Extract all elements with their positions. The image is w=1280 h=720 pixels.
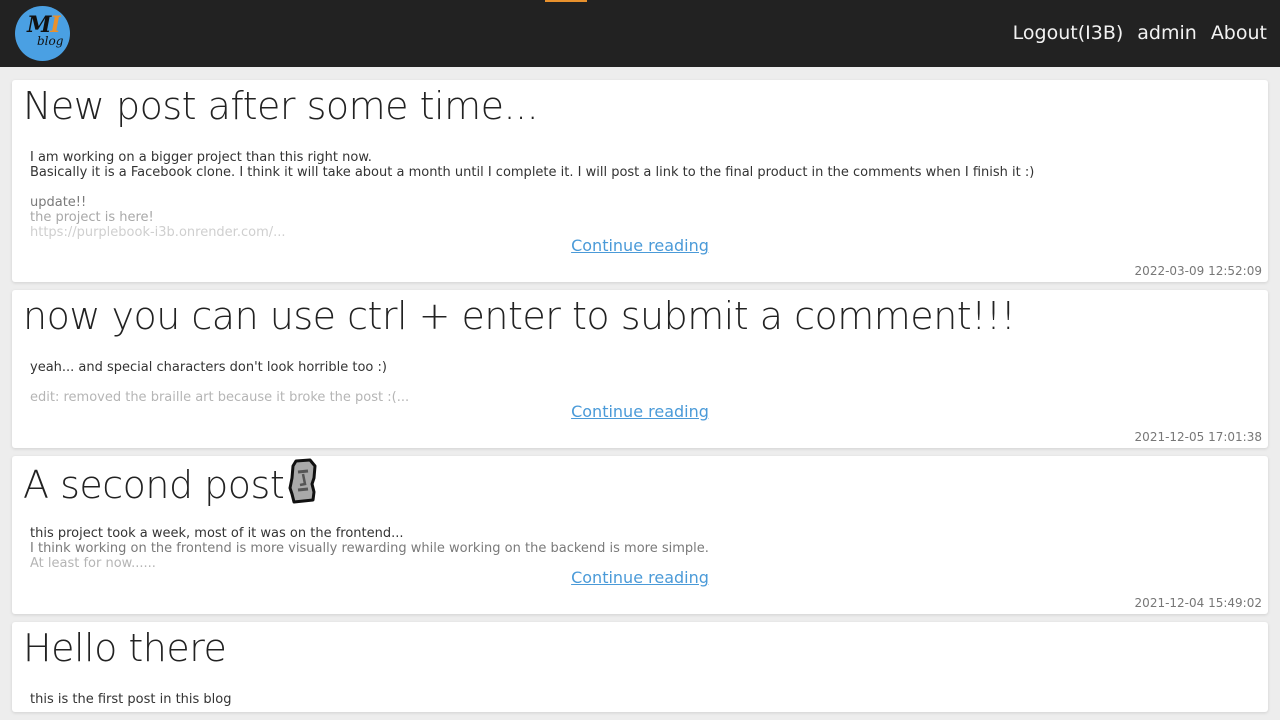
post-excerpt: this is the first post in this blog — [30, 692, 1230, 707]
continue-reading-link[interactable]: Continue reading — [12, 236, 1268, 255]
top-navbar: MI blog Logout(I3B) admin About — [0, 0, 1280, 67]
excerpt-line: the project is here! — [30, 210, 154, 225]
excerpt-blank-line — [30, 375, 1230, 390]
post-feed: New post after some time... I am working… — [12, 80, 1268, 720]
post-title[interactable]: New post after some time... — [23, 82, 539, 130]
blog-logo[interactable]: MI blog — [15, 6, 70, 61]
continue-reading-link[interactable]: Continue reading — [12, 402, 1268, 421]
excerpt-line: I think working on the frontend is more … — [30, 541, 709, 556]
excerpt-line: update!! — [30, 195, 87, 210]
post-title[interactable]: Hello there — [23, 624, 227, 672]
about-link[interactable]: About — [1211, 20, 1267, 46]
post-title[interactable]: now you can use ctrl + enter to submit a… — [23, 292, 1016, 340]
excerpt-line: Basically it is a Facebook clone. I thin… — [30, 165, 1035, 180]
excerpt-line: this project took a week, most of it was… — [30, 526, 404, 541]
post-title[interactable]: A second post — [23, 458, 320, 509]
moai-icon — [288, 458, 317, 504]
post-card: A second post this project took a week, … — [12, 456, 1268, 614]
excerpt-line: I am working on a bigger project than th… — [30, 150, 372, 165]
continue-reading-link[interactable]: Continue reading — [12, 568, 1268, 587]
post-excerpt: yeah... and special characters don't loo… — [30, 360, 1230, 405]
excerpt-blank-line — [30, 180, 1230, 195]
nav-accent-bar — [545, 0, 587, 2]
admin-link[interactable]: admin — [1137, 20, 1197, 46]
post-timestamp: 2022-03-09 12:52:09 — [1134, 264, 1262, 278]
post-excerpt: this project took a week, most of it was… — [30, 526, 1230, 571]
post-timestamp: 2021-12-05 17:01:38 — [1134, 430, 1262, 444]
logout-link[interactable]: Logout(I3B) — [1013, 20, 1124, 46]
post-card: New post after some time... I am working… — [12, 80, 1268, 282]
post-card: now you can use ctrl + enter to submit a… — [12, 290, 1268, 448]
excerpt-line: yeah... and special characters don't loo… — [30, 360, 387, 375]
excerpt-line: this is the first post in this blog — [30, 692, 232, 707]
post-card: Hello there this is the first post in th… — [12, 622, 1268, 712]
post-excerpt: I am working on a bigger project than th… — [30, 150, 1230, 240]
post-timestamp: 2021-12-04 15:49:02 — [1134, 596, 1262, 610]
logo-subtext: blog — [37, 34, 64, 48]
nav-links: Logout(I3B) admin About — [1013, 20, 1267, 46]
